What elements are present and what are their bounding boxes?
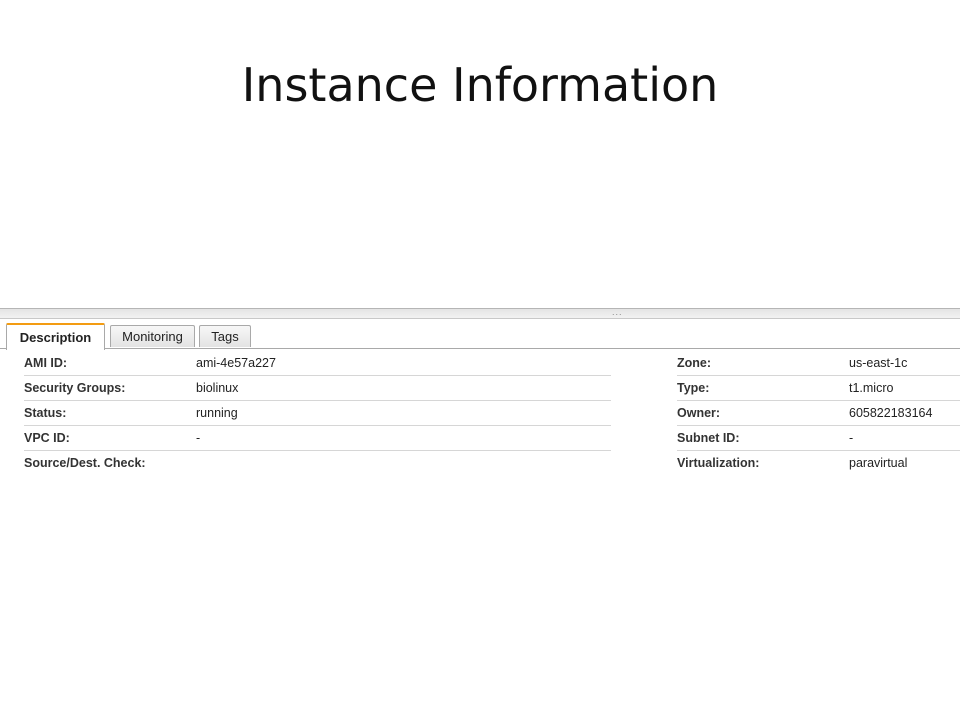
- detail-row-vpc-id: VPC ID: -: [24, 426, 611, 451]
- detail-value: t1.micro: [849, 381, 894, 395]
- slide-title: Instance Information: [241, 58, 719, 112]
- detail-row-zone: Zone: us-east-1c: [677, 351, 960, 376]
- tab-bar: Description Monitoring Tags: [0, 323, 960, 350]
- detail-value: paravirtual: [849, 456, 908, 470]
- detail-label: Zone:: [677, 356, 712, 370]
- detail-value: -: [196, 431, 201, 445]
- detail-value: us-east-1c: [849, 356, 908, 370]
- tab-monitoring[interactable]: Monitoring: [110, 325, 195, 347]
- detail-label: VPC ID:: [24, 431, 70, 445]
- detail-label: Status:: [24, 406, 67, 420]
- detail-row-owner: Owner: 605822183164: [677, 401, 960, 426]
- detail-row-ami-id: AMI ID: ami-4e57a227: [24, 351, 611, 376]
- panel-splitter[interactable]: ...: [0, 307, 960, 319]
- detail-row-type: Type: t1.micro: [677, 376, 960, 401]
- tab-description[interactable]: Description: [6, 323, 105, 350]
- detail-label: Source/Dest. Check:: [24, 456, 146, 470]
- detail-row-source-dest-check: Source/Dest. Check:: [24, 451, 611, 475]
- detail-label: Owner:: [677, 406, 721, 420]
- detail-row-subnet-id: Subnet ID: -: [677, 426, 960, 451]
- detail-label: Subnet ID:: [677, 431, 740, 445]
- detail-value: 605822183164: [849, 406, 933, 420]
- instance-details-panel: ... Description Monitoring Tags AMI ID: …: [0, 307, 960, 488]
- tab-tags[interactable]: Tags: [199, 325, 251, 347]
- detail-label: Security Groups:: [24, 381, 126, 395]
- detail-value: -: [849, 431, 854, 445]
- detail-label: AMI ID:: [24, 356, 68, 370]
- detail-value: running: [196, 406, 238, 420]
- splitter-grip-icon[interactable]: ...: [612, 307, 623, 317]
- detail-row-status: Status: running: [24, 401, 611, 426]
- detail-row-security-groups: Security Groups: biolinux: [24, 376, 611, 401]
- detail-label: Type:: [677, 381, 710, 395]
- slide: Instance Information ... Description Mon…: [0, 0, 960, 720]
- detail-label: Virtualization:: [677, 456, 760, 470]
- detail-value: biolinux: [196, 381, 239, 395]
- detail-value: ami-4e57a227: [196, 356, 276, 370]
- detail-row-virtualization: Virtualization: paravirtual: [677, 451, 960, 475]
